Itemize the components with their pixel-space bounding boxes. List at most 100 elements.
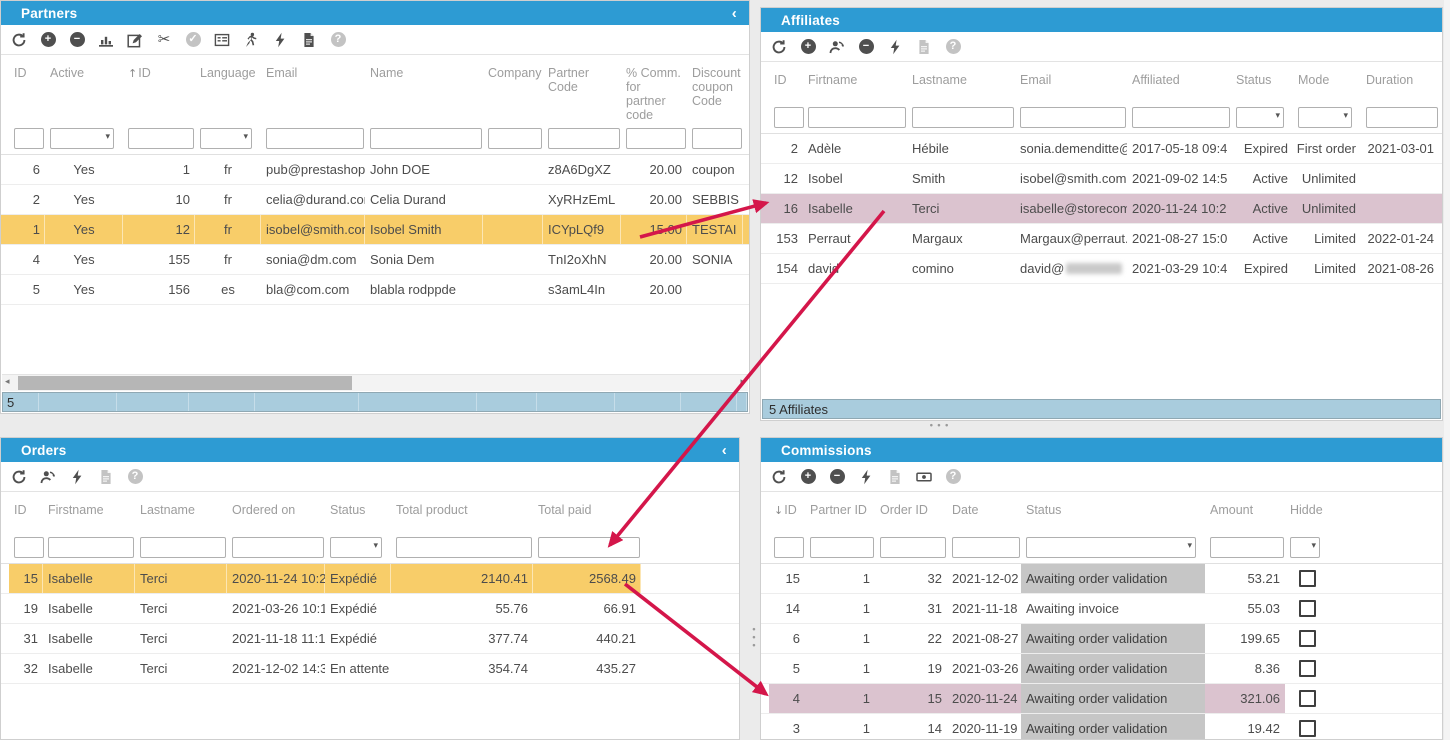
table-row[interactable]: 15IsabelleTerci2020-11-24 10:2Expédié214… <box>1 564 739 594</box>
hidden-checkbox[interactable] <box>1299 600 1316 617</box>
scroll-left-arrow[interactable]: ◂ <box>5 377 10 387</box>
hidde-filter-select[interactable]: ▾ <box>1290 537 1320 558</box>
active-filter-select[interactable]: ▾ <box>50 128 114 149</box>
column-header-name[interactable]: Name <box>365 66 483 80</box>
table-row[interactable]: 61222021-08-27Awaiting order validation1… <box>761 624 1442 654</box>
column-header-firtname[interactable]: Firtname <box>803 73 907 87</box>
bolt-icon[interactable] <box>857 468 875 486</box>
table-row[interactable]: 6Yes1frpub@prestashop.cJohn DOEz8A6DgXZ2… <box>1 155 749 185</box>
column-header-status[interactable]: Status <box>1021 503 1205 517</box>
check-icon[interactable]: ✓ <box>184 31 202 49</box>
discount-coupon-code-filter-input[interactable] <box>692 128 742 149</box>
status-filter-select[interactable]: ▾ <box>1026 537 1196 558</box>
table-row[interactable]: 32IsabelleTerci2021-12-02 14:3En attente… <box>1 654 739 684</box>
table-row[interactable]: 31142020-11-19Awaiting order validation1… <box>761 714 1442 740</box>
column-header-active[interactable]: Active <box>45 66 123 80</box>
email-filter-input[interactable] <box>266 128 364 149</box>
hidden-checkbox[interactable] <box>1299 660 1316 677</box>
mode-filter-select[interactable]: ▾ <box>1298 107 1352 128</box>
refresh-icon[interactable] <box>10 468 28 486</box>
total-product-filter-input[interactable] <box>396 537 532 558</box>
id-filter-input[interactable] <box>774 537 804 558</box>
table-row[interactable]: 12IsobelSmithisobel@smith.com2021-09-02 … <box>761 164 1442 194</box>
horizontal-resize-handle[interactable]: ∙∙∙ <box>928 421 952 431</box>
column-header-mode[interactable]: Mode <box>1293 73 1361 87</box>
table-row[interactable]: 154davidcominodavid@2021-03-29 10:4Expir… <box>761 254 1442 284</box>
column-header-partner-code[interactable]: Partner Code <box>543 66 621 94</box>
add-icon[interactable]: + <box>39 31 57 49</box>
help-icon[interactable]: ? <box>329 31 347 49</box>
column-header-id[interactable]: ID <box>9 503 43 517</box>
refresh-icon[interactable] <box>770 468 788 486</box>
table-row[interactable]: 16IsabelleTerciisabelle@storecomma2020-1… <box>761 194 1442 224</box>
refresh-icon[interactable] <box>770 38 788 56</box>
id-filter-input[interactable] <box>128 128 194 149</box>
order-id-filter-input[interactable] <box>880 537 946 558</box>
document-icon[interactable] <box>300 31 318 49</box>
firstname-filter-input[interactable] <box>48 537 134 558</box>
column-header-comm-for-partner-code[interactable]: % Comm. for partner code <box>621 66 687 122</box>
column-header-duration[interactable]: Duration <box>1361 73 1439 87</box>
scissors-icon[interactable]: ✂ <box>155 31 173 49</box>
date-filter-input[interactable] <box>952 537 1020 558</box>
document-icon[interactable] <box>915 38 933 56</box>
hidden-checkbox[interactable] <box>1299 720 1316 737</box>
column-header-status[interactable]: Status <box>1231 73 1293 87</box>
table-row[interactable]: 5Yes156esbla@com.comblabla rodppdes3amL4… <box>1 275 749 305</box>
column-header-language[interactable]: Language <box>195 66 261 80</box>
affiliated-filter-input[interactable] <box>1132 107 1230 128</box>
column-header-email[interactable]: Email <box>1015 73 1127 87</box>
column-header-total-paid[interactable]: Total paid <box>533 503 641 517</box>
column-header-id[interactable]: ID <box>9 66 45 80</box>
status-filter-select[interactable]: ▾ <box>1236 107 1284 128</box>
column-header-affiliated[interactable]: Affiliated <box>1127 73 1231 87</box>
document-icon[interactable] <box>97 468 115 486</box>
scroll-right-arrow[interactable]: ▸ <box>740 377 745 387</box>
column-header-date[interactable]: Date <box>947 503 1021 517</box>
id-filter-input[interactable] <box>14 537 44 558</box>
column-header-amount[interactable]: Amount <box>1205 503 1285 517</box>
column-header-order-id[interactable]: Order ID <box>875 503 947 517</box>
add-icon[interactable]: + <box>799 468 817 486</box>
refresh-icon[interactable] <box>10 31 28 49</box>
column-header-company[interactable]: Company <box>483 66 543 80</box>
table-row[interactable]: 51192021-03-26Awaiting order validation8… <box>761 654 1442 684</box>
total-paid-filter-input[interactable] <box>538 537 640 558</box>
remove-icon[interactable]: − <box>857 38 875 56</box>
ordered-on-filter-input[interactable] <box>232 537 324 558</box>
runner-icon[interactable] <box>242 31 260 49</box>
lastname-filter-input[interactable] <box>140 537 226 558</box>
hidden-checkbox[interactable] <box>1299 630 1316 647</box>
column-header-partner-id[interactable]: Partner ID <box>805 503 875 517</box>
hidden-checkbox[interactable] <box>1299 570 1316 587</box>
collapse-panel-button[interactable]: ‹ <box>732 6 737 21</box>
duration-filter-input[interactable] <box>1366 107 1438 128</box>
collapse-panel-button[interactable]: ‹ <box>722 443 727 458</box>
table-row[interactable]: 19IsabelleTerci2021-03-26 10:1Expédié55.… <box>1 594 739 624</box>
id-filter-input[interactable] <box>774 107 804 128</box>
name-filter-input[interactable] <box>370 128 482 149</box>
table-row[interactable]: 153PerrautMargauxMargaux@perraut.cor2021… <box>761 224 1442 254</box>
column-header-lastname[interactable]: Lastname <box>135 503 227 517</box>
person-sync-icon[interactable] <box>828 38 846 56</box>
hidden-checkbox[interactable] <box>1299 690 1316 707</box>
column-header-email[interactable]: Email <box>261 66 365 80</box>
help-icon[interactable]: ? <box>944 38 962 56</box>
id-filter-input[interactable] <box>14 128 44 149</box>
remove-icon[interactable]: − <box>68 31 86 49</box>
horizontal-scrollbar[interactable]: ◂ ▸ <box>2 374 748 391</box>
vertical-resize-handle[interactable]: ∙∙∙ <box>749 626 759 652</box>
column-header-ordered-on[interactable]: Ordered on <box>227 503 325 517</box>
help-icon[interactable]: ? <box>126 468 144 486</box>
column-header-status[interactable]: Status <box>325 503 391 517</box>
status-filter-select[interactable]: ▾ <box>330 537 382 558</box>
table-row[interactable]: 141312021-11-18Awaiting invoice55.03 <box>761 594 1442 624</box>
column-header-firstname[interactable]: Firstname <box>43 503 135 517</box>
column-header-id[interactable]: ↑ID <box>123 66 195 81</box>
table-row[interactable]: 4Yes155frsonia@dm.comSonia DemTnI2oXhN20… <box>1 245 749 275</box>
column-header-discount-coupon-code[interactable]: Discount coupon Code <box>687 66 743 108</box>
partner-id-filter-input[interactable] <box>810 537 874 558</box>
firtname-filter-input[interactable] <box>808 107 906 128</box>
remove-icon[interactable]: − <box>828 468 846 486</box>
bolt-icon[interactable] <box>886 38 904 56</box>
